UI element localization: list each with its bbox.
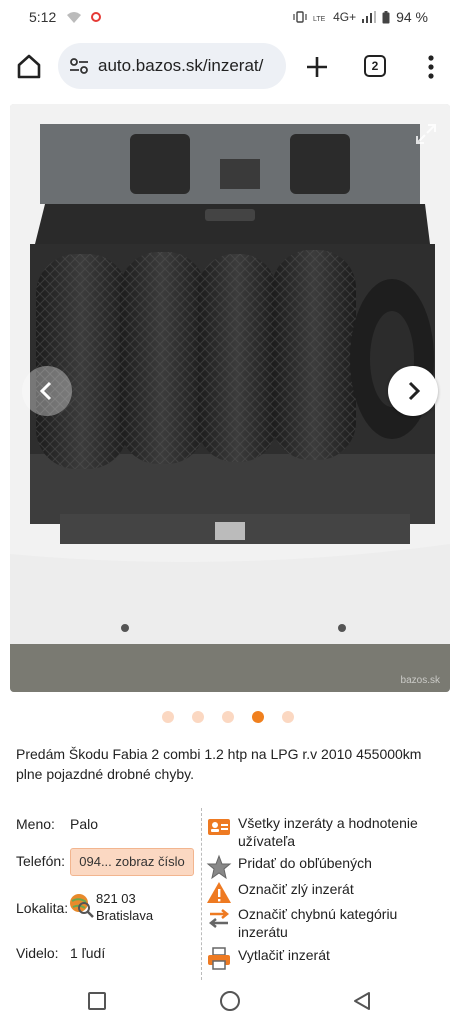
warning-icon — [207, 882, 231, 903]
user-card-icon — [208, 819, 230, 835]
views-label: Videlo: — [16, 945, 59, 961]
back-triangle-icon[interactable] — [352, 991, 372, 1011]
gallery-dot[interactable] — [282, 711, 294, 723]
report-category-link[interactable]: Označiť chybnú kategóriu inzerátu — [206, 905, 428, 941]
svg-text:LTE: LTE — [313, 16, 326, 23]
more-options-icon[interactable] — [420, 52, 442, 82]
wifi-calling-icon — [67, 12, 81, 23]
vibrate-icon — [293, 11, 307, 23]
home-circle-icon[interactable] — [220, 991, 240, 1011]
add-to-favorites-link[interactable]: Pridať do obľúbených — [206, 854, 428, 880]
photo-gallery[interactable]: bazos.sk — [10, 104, 450, 692]
printer-icon — [208, 947, 230, 970]
site-settings-icon[interactable] — [68, 55, 90, 77]
status-time: 5:12 — [29, 9, 57, 25]
previous-photo-button[interactable] — [22, 366, 72, 416]
all-seller-listings-link[interactable]: Všetky inzeráty a hodnotenie užívateľa — [206, 814, 428, 850]
phone-label: Telefón: — [16, 853, 66, 869]
swap-arrows-icon — [208, 909, 230, 928]
tab-switcher-button[interactable]: 2 — [364, 55, 386, 77]
print-listing-link[interactable]: Vytlačiť inzerát — [206, 946, 428, 972]
name-label: Meno: — [16, 816, 55, 832]
action-label[interactable]: Označiť chybnú kategóriu inzerátu — [238, 905, 428, 941]
chevron-left-icon — [39, 381, 52, 401]
action-label[interactable]: Všetky inzeráty a hodnotenie užívateľa — [238, 814, 428, 850]
listing-description: Predám Škodu Fabia 2 combi 1.2 htp na LP… — [16, 746, 422, 782]
location-zip: 821 03 — [96, 891, 136, 906]
fullscreen-icon[interactable] — [414, 122, 438, 146]
listing-photo — [10, 104, 450, 692]
location-value: 821 03 Bratislava — [96, 890, 153, 924]
views-value: 1 ľudí — [70, 945, 106, 961]
show-phone-button[interactable]: 094... zobraz číslo — [70, 848, 194, 876]
browser-toolbar: auto.bazos.sk/inzerat/ 2 — [0, 34, 460, 100]
globe-search-icon — [70, 894, 94, 918]
gallery-dot[interactable] — [162, 711, 174, 723]
location-label: Lokalita: — [16, 900, 69, 916]
action-label[interactable]: Vytlačiť inzerát — [238, 946, 428, 964]
battery-icon — [382, 10, 390, 23]
new-tab-icon[interactable] — [302, 52, 332, 82]
home-icon[interactable] — [14, 51, 44, 81]
gallery-pagination — [162, 711, 294, 723]
gallery-dot-active[interactable] — [252, 711, 264, 723]
next-photo-button[interactable] — [388, 366, 438, 416]
status-bar: 5:12 LTE 4G+ 94 % — [0, 0, 460, 34]
action-label[interactable]: Označiť zlý inzerát — [238, 880, 428, 898]
listing-details: Meno: Palo Telefón: 094... zobraz číslo … — [0, 808, 460, 980]
gallery-dot[interactable] — [192, 711, 204, 723]
system-navigation-bar — [0, 980, 460, 1026]
watermark: bazos.sk — [400, 675, 440, 686]
network-type: 4G+ — [333, 10, 357, 24]
record-icon — [91, 12, 101, 22]
chevron-right-icon — [408, 381, 421, 401]
address-bar[interactable]: auto.bazos.sk/inzerat/ — [58, 43, 286, 89]
signal-icon — [362, 11, 377, 23]
url-text[interactable]: auto.bazos.sk/inzerat/ — [98, 56, 263, 76]
battery-percent: 94 % — [396, 9, 428, 25]
action-label[interactable]: Pridať do obľúbených — [238, 854, 428, 872]
report-listing-link[interactable]: Označiť zlý inzerát — [206, 880, 428, 906]
gallery-dot[interactable] — [222, 711, 234, 723]
seller-name: Palo — [70, 816, 99, 832]
details-divider — [201, 808, 202, 980]
volte-icon: LTE — [313, 16, 326, 23]
star-icon — [206, 854, 232, 880]
location-city: Bratislava — [96, 908, 154, 923]
recent-apps-icon[interactable] — [88, 992, 106, 1010]
